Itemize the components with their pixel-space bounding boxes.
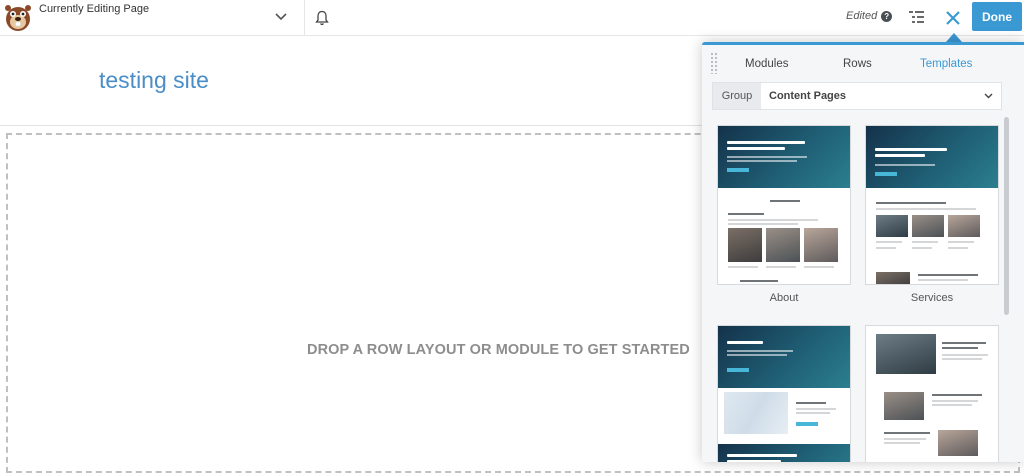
template-label: About	[769, 292, 799, 304]
template-card-blog[interactable]	[865, 325, 999, 462]
drop-zone-text: DROP A ROW LAYOUT OR MODULE TO GET START…	[307, 342, 690, 358]
page-title: Currently Editing Page	[39, 3, 150, 15]
tab-rows[interactable]: Rows	[843, 58, 872, 70]
top-bar: Currently Editing Page Edited ? Done	[0, 0, 1024, 36]
group-select[interactable]: Content Pages	[761, 83, 1001, 109]
tab-modules[interactable]: Modules	[745, 58, 788, 70]
tab-templates[interactable]: Templates	[920, 58, 972, 70]
help-icon: ?	[881, 10, 893, 22]
beaver-logo[interactable]	[2, 1, 34, 33]
page-dropdown-button[interactable]	[270, 8, 292, 26]
panel-scrollbar-thumb[interactable]	[1004, 117, 1009, 315]
chevron-down-icon	[275, 13, 287, 21]
close-icon[interactable]	[942, 7, 964, 29]
group-select-value: Content Pages	[769, 90, 847, 102]
bell-icon	[315, 10, 329, 26]
panel-tabs: Modules Rows Templates	[702, 45, 1024, 81]
outline-list-icon[interactable]	[906, 8, 926, 28]
template-thumbnail	[717, 325, 851, 462]
chevron-down-icon	[984, 93, 993, 99]
template-thumbnail	[865, 125, 999, 285]
panel-pointer	[946, 33, 962, 42]
template-card-contact[interactable]	[717, 325, 851, 462]
notifications-button[interactable]	[312, 8, 332, 28]
site-title[interactable]: testing site	[99, 67, 209, 94]
template-card-about[interactable]: About	[717, 125, 851, 304]
group-label: Group	[713, 83, 761, 109]
content-panel: Modules Rows Templates Group Content Pag…	[702, 42, 1024, 462]
template-card-services[interactable]: Services	[865, 125, 999, 304]
template-thumbnail	[865, 325, 999, 462]
template-label: Services	[910, 292, 954, 304]
done-button[interactable]: Done	[972, 2, 1022, 31]
edited-label: Edited	[846, 10, 878, 22]
topbar-divider	[304, 0, 305, 36]
template-thumbnail	[717, 125, 851, 285]
edited-status[interactable]: Edited ?	[846, 10, 893, 22]
group-filter: Group Content Pages	[712, 82, 1002, 110]
